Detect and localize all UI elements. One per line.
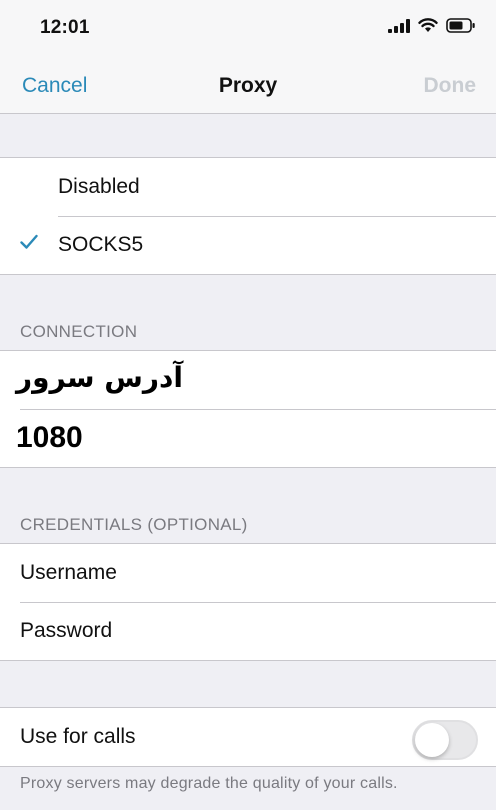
signal-icon — [388, 18, 410, 38]
use-for-calls-toggle[interactable] — [412, 720, 478, 760]
username-placeholder: Username — [20, 561, 117, 584]
proxy-option-label: SOCKS5 — [58, 233, 144, 256]
status-time: 12:01 — [40, 17, 90, 38]
connection-header: CONNECTION — [20, 322, 138, 341]
credentials-group: Username Password — [0, 543, 496, 661]
use-for-calls-row: Use for calls — [0, 708, 496, 766]
calls-group: Use for calls — [0, 707, 496, 767]
page-title: Proxy — [218, 74, 278, 97]
port-value: 1080 — [16, 421, 83, 454]
proxy-type-list: Disabled SOCKS5 — [0, 157, 496, 275]
checkmark-icon — [20, 234, 38, 255]
status-icons — [388, 18, 476, 38]
toggle-knob — [415, 723, 449, 757]
password-placeholder: Password — [20, 619, 113, 642]
connection-group: آدرس سرور 1080 — [0, 350, 496, 468]
server-value: آدرس سرور — [16, 361, 183, 394]
server-field[interactable]: آدرس سرور — [0, 351, 496, 409]
status-bar: 12:01 — [0, 0, 496, 58]
use-for-calls-label: Use for calls — [20, 725, 136, 748]
username-field[interactable]: Username — [0, 544, 496, 602]
done-button[interactable]: Done — [424, 74, 477, 98]
wifi-icon — [418, 18, 438, 38]
navigation-bar: Cancel Proxy Done — [0, 58, 496, 114]
calls-footer-note: Proxy servers may degrade the quality of… — [20, 775, 398, 792]
port-field[interactable]: 1080 — [0, 409, 496, 467]
battery-icon — [446, 18, 476, 38]
proxy-option-disabled[interactable]: Disabled — [0, 158, 496, 216]
proxy-option-label: Disabled — [58, 175, 140, 198]
proxy-option-socks5[interactable]: SOCKS5 — [0, 216, 496, 274]
credentials-header: CREDENTIALS (OPTIONAL) — [20, 515, 248, 534]
password-field[interactable]: Password — [0, 602, 496, 660]
